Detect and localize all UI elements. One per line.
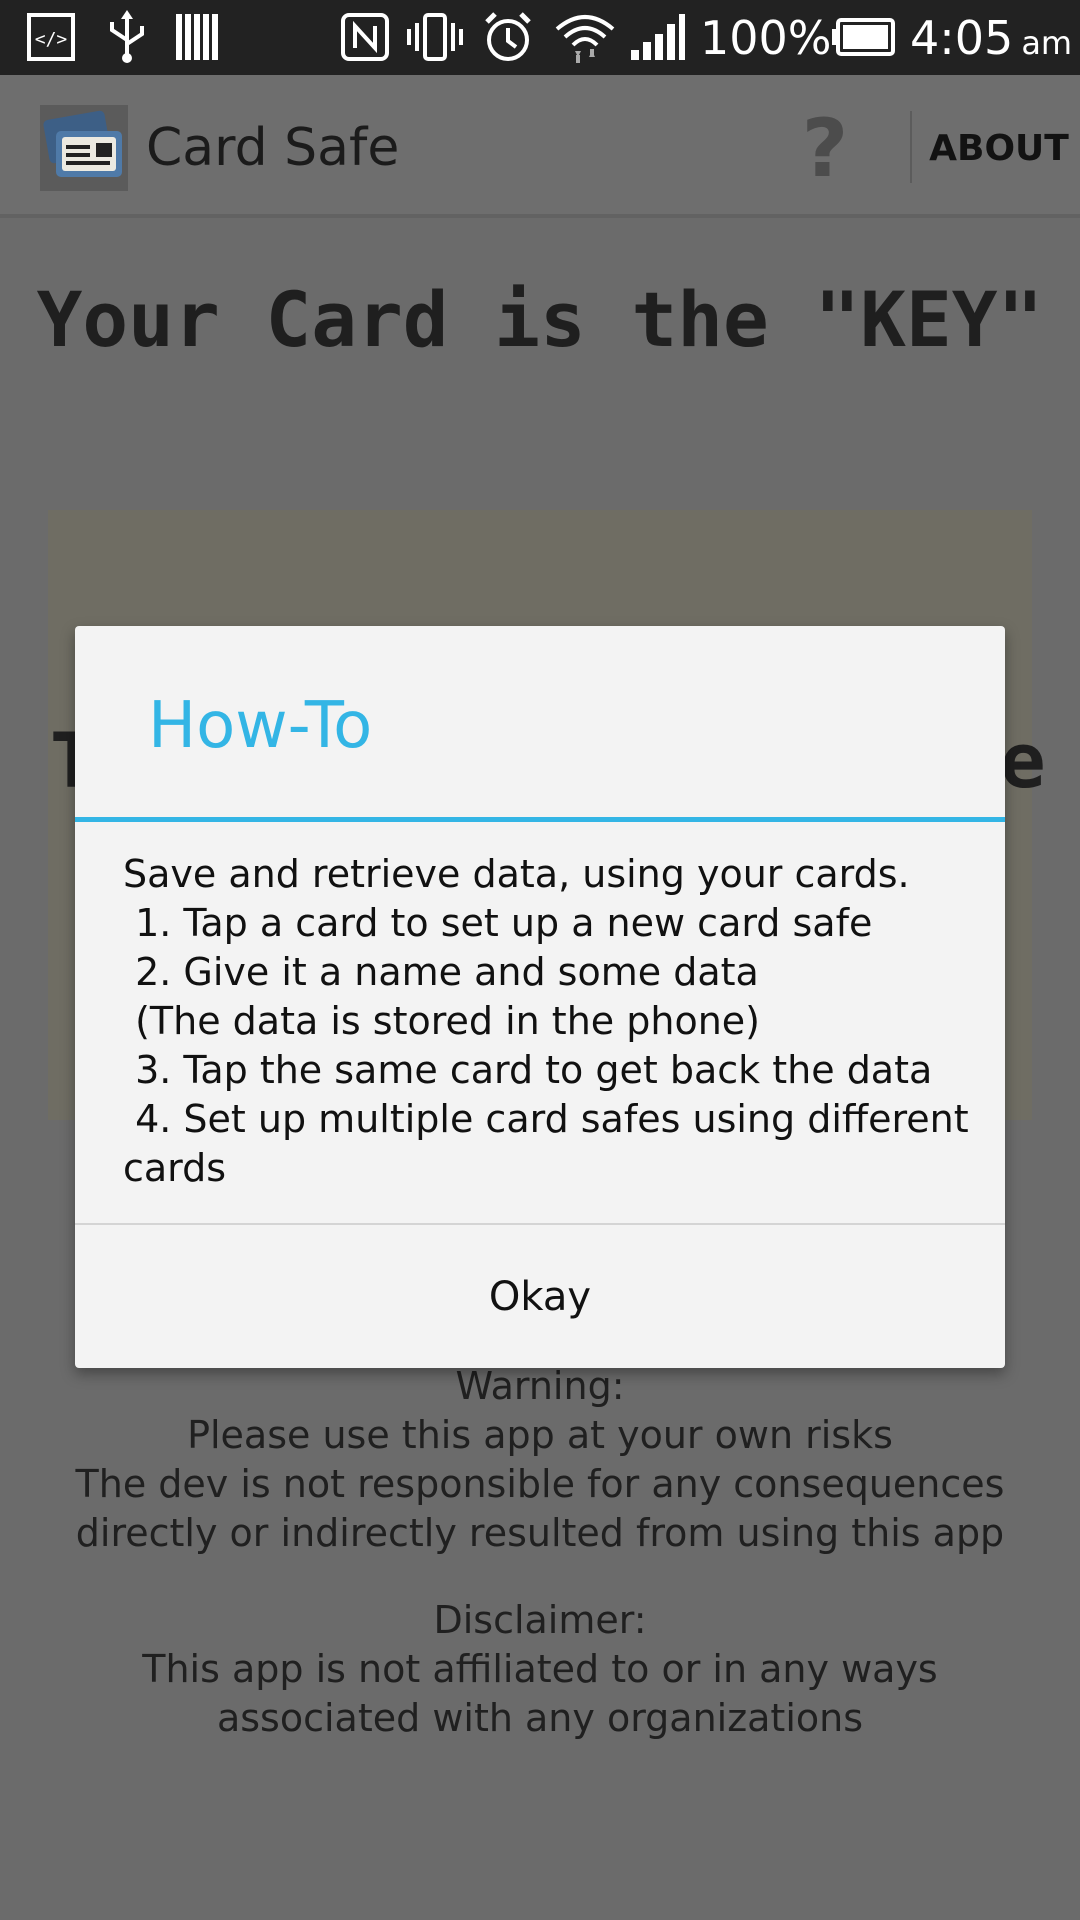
dialog-message-line: 2. Give it a name and some data [123,950,759,994]
app-title: Card Safe [146,118,400,178]
dialog-title-divider [75,817,1005,822]
battery-percent: 100% [700,11,832,65]
clock-suffix: am [1021,24,1073,62]
dialog-message-line: (The data is stored in the phone) [123,999,760,1043]
how-to-dialog: How-To Save and retrieve data, using you… [75,626,1005,1368]
disclaimer-notice: Disclaimer: This app is not affiliated t… [0,1596,1080,1743]
dialog-message-line: 1. Tap a card to set up a new card safe [123,901,873,945]
action-bar: Card Safe ? ABOUT [0,75,1080,218]
warning-line: Warning: [455,1364,625,1408]
svg-text:</>: </> [35,29,68,50]
signal-icon [628,10,688,64]
about-button[interactable]: ABOUT [924,115,1074,181]
warning-notice: Warning: Please use this app at your own… [0,1362,1080,1558]
card-safe-logo-icon [40,105,128,191]
card-area-text-right: e [1000,716,1046,805]
dialog-message: Save and retrieve data, using your cards… [123,850,983,1193]
dialog-message-line: 3. Tap the same card to get back the dat… [123,1048,933,1092]
help-button[interactable]: ? [780,101,870,195]
vibrate-icon [404,10,466,64]
warning-line: The dev is not responsible for any conse… [75,1462,1005,1506]
disclaimer-line: associated with any organizations [216,1696,864,1740]
nfc-icon [338,10,392,64]
dialog-title: How-To [148,689,373,763]
clock: 4:05 am [910,6,1072,75]
alarm-icon [480,10,536,64]
okay-button[interactable]: Okay [75,1225,1005,1368]
question-mark-icon: ? [801,101,849,195]
barcode-icon [172,10,222,64]
battery-icon [830,10,896,64]
wifi-icon [552,10,618,64]
usb-icon [100,10,154,64]
dialog-message-line: cards [123,1146,227,1190]
status-bar: </> 100% 4:05 am [0,0,1080,75]
warning-line: directly or indirectly resulted from usi… [75,1511,1005,1555]
warning-line: Please use this app at your own risks [187,1413,893,1457]
disclaimer-line: This app is not affiliated to or in any … [142,1647,938,1691]
clock-time: 4:05 [910,11,1014,65]
dialog-message-line: 4. Set up multiple card safes using diff… [123,1097,969,1141]
headline: Your Card is the "KEY" [36,275,1044,364]
disclaimer-line: Disclaimer: [433,1598,647,1642]
developer-icon: </> [24,10,78,64]
action-bar-divider [910,111,912,183]
dialog-message-line: Save and retrieve data, using your cards… [123,852,910,896]
